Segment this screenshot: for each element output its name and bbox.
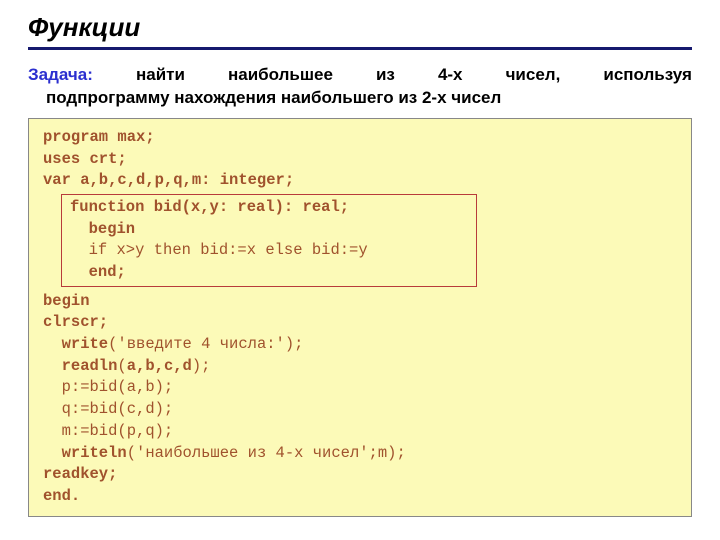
- task-w1: найти: [136, 64, 185, 87]
- code-line: begin: [43, 291, 677, 313]
- task-line2: подпрограмму нахождения наибольшего из 2…: [28, 87, 692, 110]
- code-line: p:=bid(a,b);: [43, 377, 677, 399]
- code-line: write('введите 4 числа:');: [43, 334, 677, 356]
- code-line: clrscr;: [43, 312, 677, 334]
- task-w4: 4-х: [438, 64, 463, 87]
- task-w2: наибольшее: [228, 64, 333, 87]
- code-line: q:=bid(c,d);: [43, 399, 677, 421]
- nested-function-box: function bid(x,y: real): real; begin if …: [61, 194, 477, 287]
- code-line: uses crt;: [43, 149, 677, 171]
- code-line: if x>y then bid:=x else bid:=y: [70, 240, 468, 262]
- code-line: writeln('наибольшее из 4-х чисел';m);: [43, 443, 677, 465]
- task-w3: из: [376, 64, 395, 87]
- code-line: function bid(x,y: real): real;: [70, 197, 468, 219]
- title-rule: [28, 47, 692, 50]
- code-line: m:=bid(p,q);: [43, 421, 677, 443]
- code-block: program max; uses crt; var a,b,c,d,p,q,m…: [28, 118, 692, 517]
- task-statement: Задача: найти наибольшее из 4-х чисел, и…: [28, 64, 692, 110]
- code-line: readln(a,b,c,d);: [43, 356, 677, 378]
- slide-title: Функции: [28, 12, 692, 43]
- task-w6: используя: [603, 64, 692, 87]
- code-line: var a,b,c,d,p,q,m: integer;: [43, 170, 677, 192]
- code-line: end.: [43, 486, 677, 508]
- code-line: end;: [70, 262, 468, 284]
- code-line: readkey;: [43, 464, 677, 486]
- code-line: program max;: [43, 127, 677, 149]
- code-line: begin: [70, 219, 468, 241]
- task-w5: чисел,: [506, 64, 561, 87]
- task-label: Задача:: [28, 64, 93, 87]
